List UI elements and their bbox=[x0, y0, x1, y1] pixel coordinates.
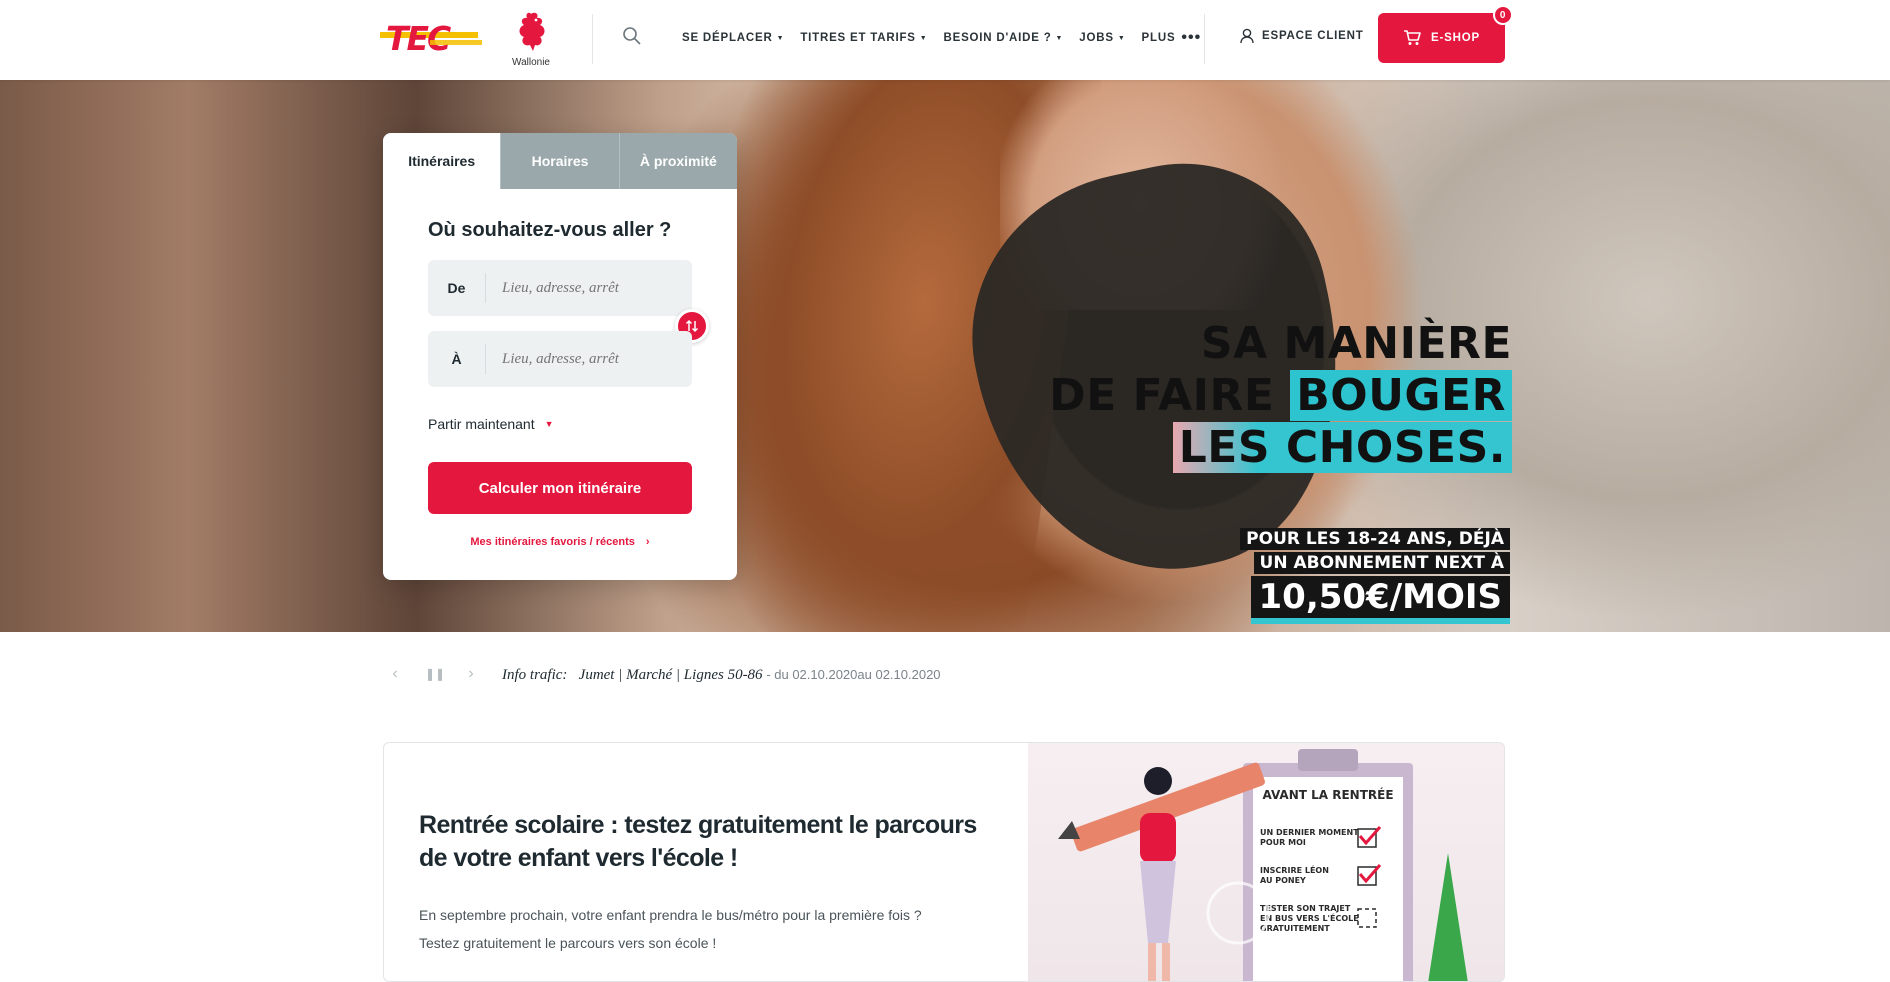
promo-price: 10,50€/MOIS bbox=[1250, 576, 1510, 624]
nav-jobs[interactable]: JOBS ▼ bbox=[1079, 32, 1125, 44]
espace-client-label: ESPACE CLIENT bbox=[1262, 30, 1364, 42]
traffic-label: Info trafic: bbox=[502, 667, 568, 683]
chevron-right-icon: › bbox=[645, 536, 650, 548]
illustration-text: POUR MOI bbox=[1260, 838, 1306, 847]
chevron-right-icon[interactable]: › bbox=[463, 665, 479, 683]
illustration-text: GRATUITEMENT bbox=[1260, 924, 1330, 933]
slogan-line-2: DE FAIRE BOUGER bbox=[1049, 370, 1512, 422]
traffic-info[interactable]: Info trafic: Jumet | Marché | Lignes 50-… bbox=[502, 667, 941, 684]
nav-plus[interactable]: PLUS ••• bbox=[1142, 29, 1202, 47]
illustration-heading: AVANT LA RENTRÉE bbox=[1262, 787, 1393, 802]
site-header: TEC Wallonie SE DÉPLACER ▼ TITRES ET TARI… bbox=[0, 0, 1890, 80]
to-field[interactable]: À bbox=[428, 331, 692, 387]
illustration-text: INSCRIRE LÉON bbox=[1260, 864, 1329, 875]
departure-time-select[interactable]: Partir maintenant ▼ bbox=[428, 416, 554, 432]
wallonie-logo[interactable]: Wallonie bbox=[506, 10, 556, 68]
header-divider bbox=[592, 14, 593, 64]
nav-label: SE DÉPLACER bbox=[682, 32, 773, 44]
nav-label: PLUS bbox=[1141, 32, 1176, 44]
chevron-down-icon: ▼ bbox=[1055, 34, 1064, 42]
cart-icon bbox=[1404, 30, 1421, 45]
calculate-route-button[interactable]: Calculer mon itinéraire bbox=[428, 462, 692, 514]
nav-label: JOBS bbox=[1079, 32, 1114, 44]
hero-promo: POUR LES 18-24 ANS, DÉJÀ UN ABONNEMENT N… bbox=[1240, 528, 1510, 624]
departure-label: Partir maintenant bbox=[428, 416, 535, 432]
nav-se-deplacer[interactable]: SE DÉPLACER ▼ bbox=[682, 32, 784, 44]
route-planner: Itinéraires Horaires À proximité Où souh… bbox=[383, 133, 737, 580]
search-button[interactable] bbox=[622, 26, 644, 50]
checklist-illustration: AVANT LA RENTRÉE UN DERNIER MOMENT POUR … bbox=[1058, 749, 1468, 981]
more-dots-icon: ••• bbox=[1181, 29, 1202, 46]
from-input[interactable] bbox=[486, 279, 686, 297]
traffic-ticker-controls: ‹ ❚❚ › bbox=[387, 665, 479, 683]
eshop-label: E-SHOP bbox=[1431, 32, 1480, 44]
tab-horaires[interactable]: Horaires bbox=[500, 133, 618, 189]
tec-logo[interactable]: TEC bbox=[380, 18, 484, 58]
espace-client-link[interactable]: ESPACE CLIENT bbox=[1240, 28, 1364, 44]
news-text-line: En septembre prochain, votre enfant pren… bbox=[419, 907, 922, 923]
slogan-line-1: SA MANIÈRE bbox=[1200, 318, 1512, 369]
news-title: Rentrée scolaire : testez gratuitement l… bbox=[419, 811, 977, 872]
promo-line-2: UN ABONNEMENT NEXT À bbox=[1253, 552, 1510, 574]
rooster-icon bbox=[519, 12, 545, 51]
nav-besoin-aide[interactable]: BESOIN D'AIDE ? ▼ bbox=[944, 32, 1064, 44]
hero-slogan: SA MANIÈRE DE FAIRE BOUGER LES CHOSES. bbox=[1049, 318, 1512, 474]
chevron-left-icon[interactable]: ‹ bbox=[387, 665, 403, 683]
eshop-button[interactable]: E-SHOP 0 bbox=[1378, 5, 1513, 63]
slogan-highlight: LES CHOSES. bbox=[1172, 422, 1512, 473]
news-card[interactable]: Rentrée scolaire : testez gratuitement l… bbox=[383, 742, 1505, 982]
traffic-dates: - du 02.10.2020au 02.10.2020 bbox=[766, 667, 941, 682]
svg-text:TEC: TEC bbox=[386, 19, 451, 58]
from-field[interactable]: De bbox=[428, 260, 692, 316]
chevron-down-icon: ▼ bbox=[776, 34, 785, 42]
user-icon bbox=[1240, 28, 1254, 44]
illustration-text: UN DERNIER MOMENT bbox=[1260, 828, 1359, 837]
promo-line-1: POUR LES 18-24 ANS, DÉJÀ bbox=[1240, 528, 1510, 550]
slogan-line-3: LES CHOSES. bbox=[1049, 422, 1512, 474]
chevron-down-icon: ▼ bbox=[1117, 34, 1126, 42]
search-icon bbox=[623, 27, 641, 45]
header-divider bbox=[1204, 14, 1205, 64]
nav-titres-tarifs[interactable]: TITRES ET TARIFS ▼ bbox=[800, 32, 927, 44]
traffic-message: Jumet | Marché | Lignes 50-86 bbox=[578, 667, 763, 683]
to-label: À bbox=[428, 344, 486, 374]
tab-a-proximite[interactable]: À proximité bbox=[618, 133, 737, 189]
wallonie-label: Wallonie bbox=[512, 57, 550, 68]
illustration-text: EN BUS VERS L'ÉCOLE bbox=[1260, 912, 1359, 923]
tab-itineraires[interactable]: Itinéraires bbox=[383, 133, 501, 189]
planner-tabs: Itinéraires Horaires À proximité bbox=[383, 133, 737, 189]
nav-label: TITRES ET TARIFS bbox=[800, 32, 916, 44]
chevron-down-icon: ▼ bbox=[919, 34, 928, 42]
favorite-routes-link[interactable]: Mes itinéraires favoris / récents › bbox=[383, 536, 737, 548]
to-input[interactable] bbox=[486, 350, 686, 368]
hero-banner: SA MANIÈRE DE FAIRE BOUGER LES CHOSES. P… bbox=[0, 80, 1890, 632]
chevron-down-icon: ▼ bbox=[544, 419, 554, 429]
illustration-text: TESTER SON TRAJET bbox=[1260, 904, 1351, 913]
from-label: De bbox=[428, 273, 486, 303]
pause-icon[interactable]: ❚❚ bbox=[425, 667, 445, 681]
planner-title: Où souhaitez-vous aller ? bbox=[428, 219, 672, 241]
slogan-line-2a: DE FAIRE bbox=[1049, 370, 1291, 421]
news-illustration: AVANT LA RENTRÉE UN DERNIER MOMENT POUR … bbox=[1028, 743, 1504, 981]
cart-count-badge: 0 bbox=[1493, 5, 1513, 25]
nav-label: BESOIN D'AIDE ? bbox=[943, 32, 1052, 44]
favorite-routes-label: Mes itinéraires favoris / récents bbox=[470, 536, 635, 548]
slogan-highlight: BOUGER bbox=[1290, 370, 1512, 421]
main-nav: SE DÉPLACER ▼ TITRES ET TARIFS ▼ BESOIN D'… bbox=[682, 0, 1201, 76]
news-text: En septembre prochain, votre enfant pren… bbox=[419, 901, 979, 957]
illustration-text: AU PONEY bbox=[1260, 876, 1306, 885]
news-text-line: Testez gratuitement le parcours vers son… bbox=[419, 935, 717, 951]
